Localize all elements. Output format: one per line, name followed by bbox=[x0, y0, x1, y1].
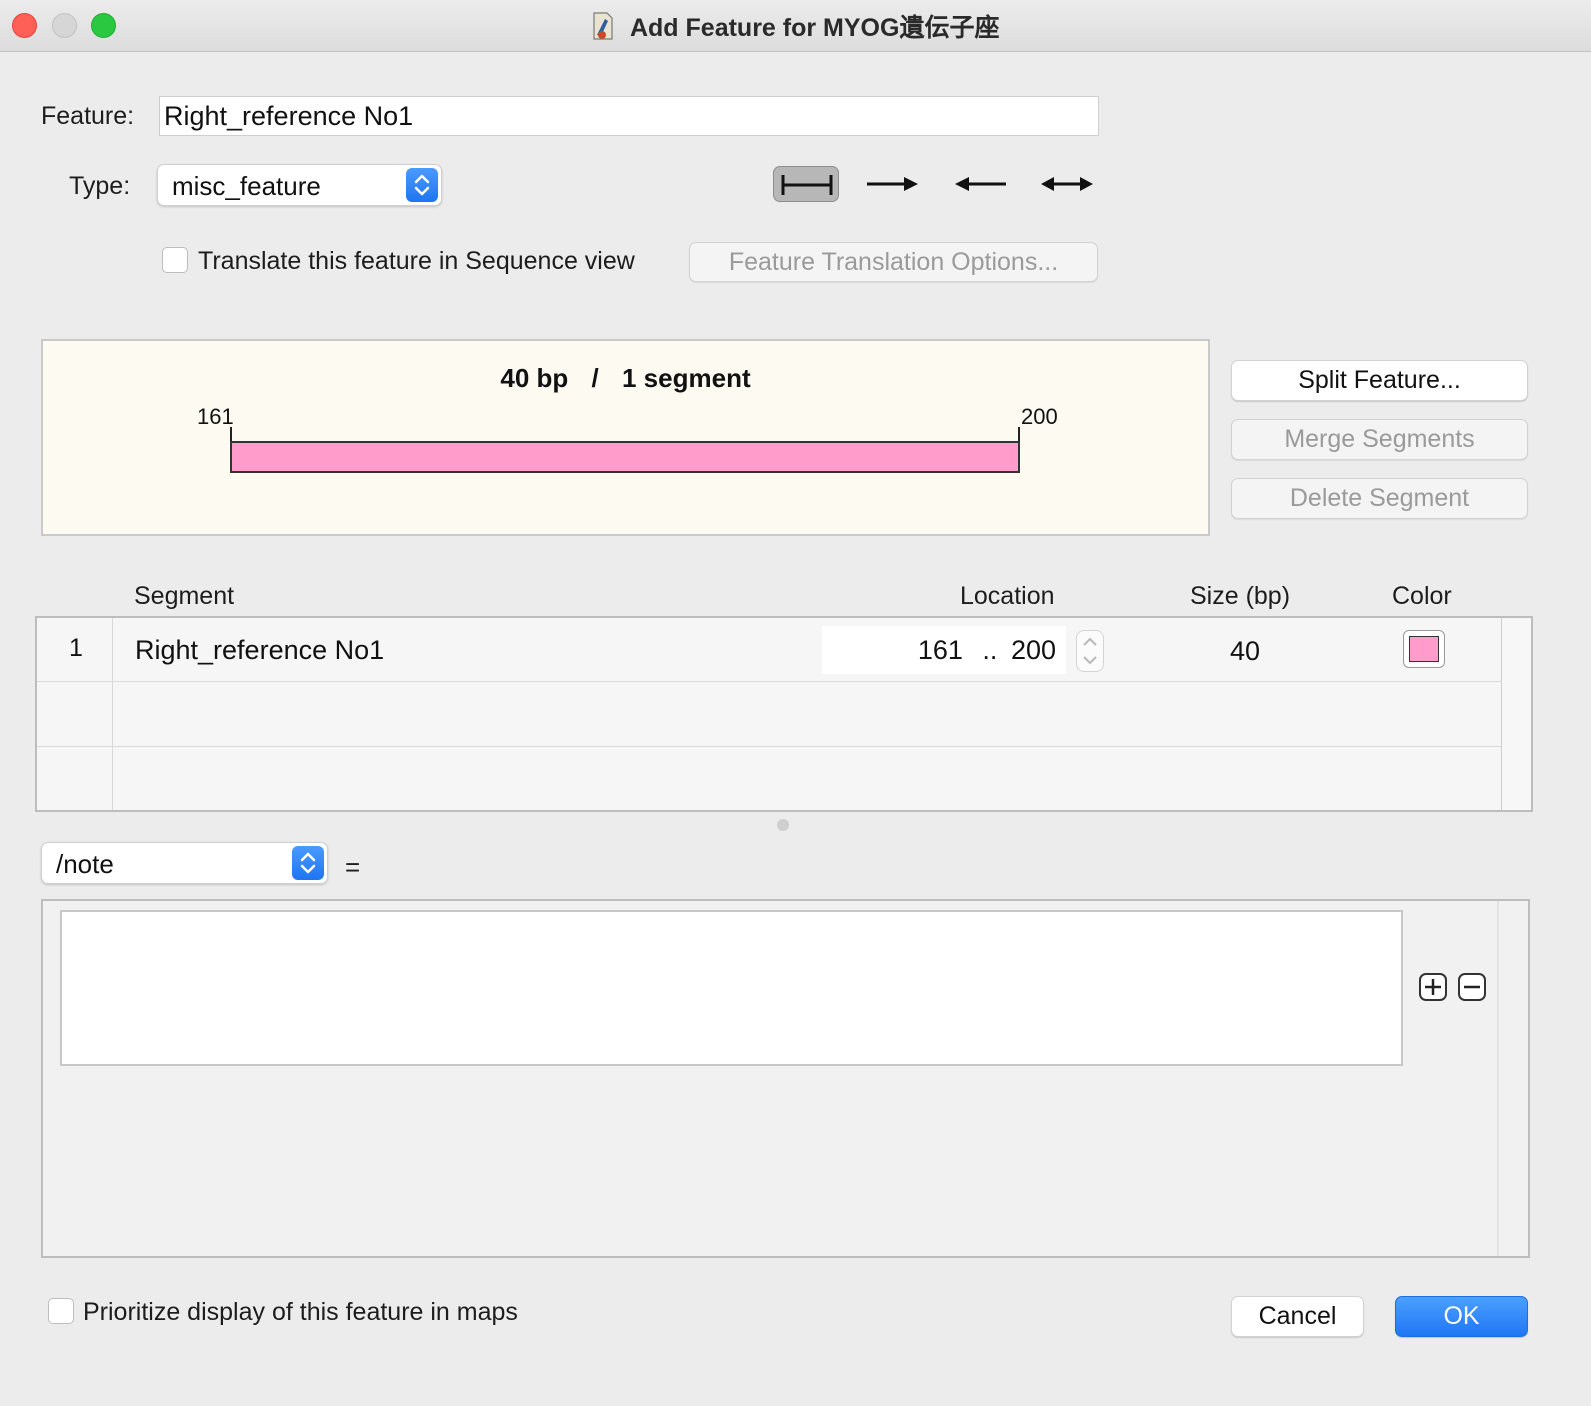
reverse-direction-button[interactable] bbox=[951, 166, 1009, 202]
row-size: 40 bbox=[1230, 636, 1261, 666]
summary-separator: / bbox=[591, 363, 599, 393]
popup-chevrons-icon bbox=[292, 846, 324, 880]
qualifier-values-panel bbox=[41, 899, 1530, 1258]
type-label: Type: bbox=[69, 172, 131, 200]
row-segment-name[interactable]: Right_reference No1 bbox=[135, 635, 384, 666]
window-title: Add Feature for MYOG遺伝子座 bbox=[629, 14, 1000, 42]
type-popup[interactable]: misc_feature bbox=[157, 164, 442, 206]
color-column-header: Color bbox=[1392, 582, 1452, 610]
location-start: 161 bbox=[917, 635, 963, 665]
add-value-button[interactable] bbox=[1419, 973, 1447, 1001]
merge-segments-button[interactable]: Merge Segments bbox=[1231, 419, 1528, 460]
location-stepper[interactable] bbox=[1076, 630, 1104, 672]
preview-start-tick bbox=[230, 427, 232, 441]
popup-chevrons-icon bbox=[406, 168, 438, 202]
type-popup-value: misc_feature bbox=[172, 171, 321, 201]
summary-segments: 1 segment bbox=[622, 363, 751, 393]
plus-icon bbox=[1425, 979, 1441, 995]
location-field[interactable]: 161 .. 200 bbox=[822, 626, 1066, 674]
row-divider bbox=[37, 746, 1502, 747]
forward-direction-button[interactable] bbox=[864, 166, 922, 202]
row-color-swatch[interactable] bbox=[1403, 630, 1445, 668]
title-bar: Add Feature for MYOG遺伝子座 bbox=[0, 0, 1591, 52]
segment-column-header: Segment bbox=[134, 582, 235, 610]
row-index: 1 bbox=[69, 634, 83, 662]
size-column-header: Size (bp) bbox=[1190, 582, 1291, 610]
stepper-arrows-icon bbox=[1083, 637, 1097, 665]
feature-label: Feature: bbox=[41, 102, 135, 130]
preview-end-tick bbox=[1018, 427, 1020, 441]
forward-arrow-icon bbox=[867, 177, 918, 191]
split-feature-button[interactable]: Split Feature... bbox=[1231, 360, 1528, 401]
no-direction-icon bbox=[781, 175, 833, 195]
feature-name-field[interactable]: Right_reference No1 bbox=[159, 96, 1099, 136]
index-column-divider bbox=[112, 618, 113, 810]
qualifier-popup-value: /note bbox=[56, 849, 114, 879]
segment-bar[interactable] bbox=[230, 441, 1020, 473]
cancel-button[interactable]: Cancel bbox=[1231, 1296, 1364, 1337]
split-handle[interactable] bbox=[777, 819, 789, 831]
qualifier-value-field[interactable] bbox=[60, 910, 1403, 1066]
panel-divider bbox=[1497, 901, 1499, 1256]
translate-label: Translate this feature in Sequence view bbox=[198, 247, 635, 275]
row-divider bbox=[37, 681, 1502, 682]
prioritize-checkbox[interactable] bbox=[48, 1298, 74, 1324]
table-scrollbar[interactable] bbox=[1502, 618, 1531, 810]
preview-start-label: 161 bbox=[197, 404, 234, 429]
feature-preview-panel: 40 bp / 1 segment 161 200 bbox=[41, 339, 1210, 536]
ok-button[interactable]: OK bbox=[1395, 1296, 1528, 1337]
segments-table: 1 Right_reference No1 161 .. 200 40 bbox=[35, 616, 1533, 812]
delete-segment-button[interactable]: Delete Segment bbox=[1231, 478, 1528, 519]
feature-summary: 40 bp / 1 segment bbox=[43, 363, 1208, 394]
bidirectional-button[interactable] bbox=[1038, 166, 1096, 202]
prioritize-label: Prioritize display of this feature in ma… bbox=[83, 1298, 518, 1326]
location-end: 200 bbox=[1010, 635, 1056, 665]
feature-translation-options-button[interactable]: Feature Translation Options... bbox=[689, 242, 1098, 282]
reverse-arrow-icon bbox=[955, 177, 1006, 191]
summary-bp: 40 bp bbox=[500, 363, 569, 393]
translate-checkbox[interactable] bbox=[162, 247, 188, 273]
minus-icon bbox=[1464, 985, 1480, 989]
equals-sign: = bbox=[345, 852, 361, 882]
preview-end-label: 200 bbox=[1021, 404, 1058, 429]
location-column-header: Location bbox=[960, 582, 1055, 610]
bidirectional-arrow-icon bbox=[1041, 177, 1093, 191]
qualifier-popup[interactable]: /note bbox=[41, 842, 328, 884]
no-direction-button[interactable] bbox=[773, 166, 839, 202]
location-separator: .. bbox=[982, 635, 998, 665]
remove-value-button[interactable] bbox=[1458, 973, 1486, 1001]
swatch-fill bbox=[1409, 636, 1439, 662]
document-icon bbox=[592, 12, 613, 40]
